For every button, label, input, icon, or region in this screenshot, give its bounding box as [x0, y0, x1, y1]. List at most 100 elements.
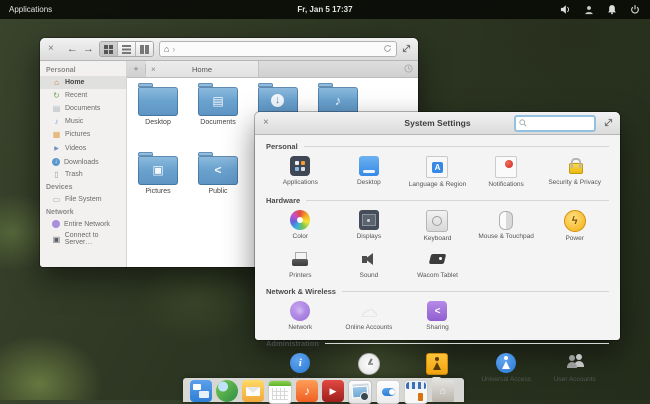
sidebar-item-home[interactable]: Home [40, 76, 126, 89]
tile-printers[interactable]: Printers [266, 245, 335, 282]
home-breadcrumb-icon[interactable]: ⌂ [164, 44, 169, 54]
speaker-icon [359, 249, 379, 269]
user-icon[interactable] [584, 5, 594, 15]
sidebar-item-filesystem[interactable]: File System [40, 193, 126, 206]
search-box[interactable] [514, 115, 596, 132]
language-icon [426, 156, 448, 178]
trash-icon [52, 170, 61, 179]
sidebar-header-network: Network [40, 206, 126, 218]
sidebar-item-downloads[interactable]: Downloads [40, 156, 126, 168]
tab-history-icon[interactable] [404, 64, 413, 75]
clock-icon [358, 353, 380, 375]
parental-control-icon [426, 353, 448, 375]
tile-universal-access[interactable]: Universal Access [472, 349, 541, 388]
dock-photos-icon[interactable] [348, 380, 372, 404]
folder-item-documents[interactable]: Documents [188, 83, 248, 152]
sidebar-item-connect-server[interactable]: Connect to Server… [40, 230, 126, 248]
sidebar-item-trash[interactable]: Trash [40, 168, 126, 181]
tile-mouse-touchpad[interactable]: Mouse & Touchpad [472, 206, 541, 245]
videos-icon [52, 143, 61, 154]
users-icon [565, 353, 585, 373]
dock-files-icon[interactable] [432, 380, 454, 402]
network-globe-icon [52, 220, 60, 228]
sidebar-header-devices: Devices [40, 181, 126, 193]
maximize-icon[interactable] [402, 40, 411, 58]
sidebar-item-videos[interactable]: Videos [40, 141, 126, 156]
mouse-icon [496, 210, 516, 230]
tile-keyboard[interactable]: Keyboard [403, 206, 472, 245]
settings-window: × System Settings Personal Applications … [255, 112, 620, 340]
dock [183, 378, 464, 402]
folder-icon [138, 87, 178, 116]
notifications-icon[interactable] [607, 4, 617, 15]
tile-language-region[interactable]: Language & Region [403, 152, 472, 191]
power-icon[interactable] [630, 4, 640, 15]
color-wheel-icon [290, 210, 310, 230]
tile-online-accounts[interactable]: Online Accounts [335, 297, 404, 334]
column-view-icon[interactable] [135, 42, 153, 56]
tile-sound[interactable]: Sound [335, 245, 404, 282]
pictures-icon [52, 130, 61, 139]
refresh-icon[interactable] [383, 40, 392, 58]
path-bar[interactable]: ⌂ › [159, 41, 397, 57]
sidebar-item-documents[interactable]: Documents [40, 102, 126, 115]
folder-item-pictures[interactable]: Pictures [128, 152, 188, 221]
tile-user-accounts[interactable]: User Accounts [540, 349, 609, 388]
files-sidebar: Personal Home Recent Documents Music Pic… [40, 61, 127, 267]
sidebar-item-entire-network[interactable]: Entire Network [40, 218, 126, 230]
section-hardware: Hardware [266, 196, 609, 205]
tile-displays[interactable]: Displays [335, 206, 404, 245]
tab-home[interactable]: × Home [146, 61, 259, 77]
tile-power[interactable]: Power [540, 206, 609, 245]
dock-web-browser-icon[interactable] [216, 380, 238, 402]
new-tab-button[interactable]: + [127, 64, 146, 74]
tile-wacom-tablet[interactable]: Wacom Tablet [403, 245, 472, 282]
section-personal: Personal [266, 142, 609, 151]
tile-sharing[interactable]: Sharing [403, 297, 472, 334]
folder-icon [198, 156, 238, 185]
close-icon[interactable]: × [40, 38, 62, 60]
tile-applications[interactable]: Applications [266, 152, 335, 191]
dock-calendar-icon[interactable] [268, 380, 292, 404]
panel-indicators [560, 4, 640, 15]
settings-titlebar[interactable]: × System Settings [255, 112, 620, 135]
keyboard-icon [426, 210, 448, 232]
network-globe-icon [290, 301, 310, 321]
sidebar-item-music[interactable]: Music [40, 115, 126, 128]
power-bolt-icon [564, 210, 586, 232]
grid-view-icon[interactable] [100, 42, 117, 56]
files-toolbar: × ← → ⌂ › [40, 38, 418, 61]
maximize-icon[interactable] [596, 114, 620, 132]
dock-videos-icon[interactable] [322, 380, 344, 402]
server-icon [52, 235, 61, 244]
dock-system-settings-icon[interactable] [376, 380, 400, 404]
tile-desktop[interactable]: Desktop [335, 152, 404, 191]
sidebar-item-recent[interactable]: Recent [40, 89, 126, 102]
volume-icon[interactable] [560, 4, 571, 15]
list-view-icon[interactable] [117, 42, 135, 56]
tab-label: Home [146, 65, 258, 74]
folder-icon [198, 87, 238, 116]
folder-item-desktop[interactable]: Desktop [128, 83, 188, 152]
folder-item-public[interactable]: Public [188, 152, 248, 221]
share-icon [427, 301, 447, 321]
dock-appcenter-icon[interactable] [404, 380, 428, 404]
sidebar-item-pictures[interactable]: Pictures [40, 128, 126, 141]
tile-security-privacy[interactable]: Security & Privacy [540, 152, 609, 191]
dock-mail-icon[interactable] [242, 380, 264, 402]
tile-network[interactable]: Network [266, 297, 335, 334]
panel-clock[interactable]: Fr, Jan 5 17:37 [0, 5, 650, 14]
tile-color[interactable]: Color [266, 206, 335, 245]
desktop-icon [359, 156, 379, 176]
downloads-icon [52, 158, 60, 166]
back-arrow-icon[interactable]: ← [67, 43, 78, 55]
folder-icon [138, 156, 178, 185]
dock-multitasking-view-icon[interactable] [190, 380, 212, 402]
applications-icon [290, 156, 310, 176]
accessibility-icon [496, 353, 516, 373]
forward-arrow-icon[interactable]: → [83, 43, 94, 55]
tile-notifications[interactable]: Notifications [472, 152, 541, 191]
lock-icon [565, 156, 585, 176]
dock-music-icon[interactable] [296, 380, 318, 402]
search-input[interactable] [530, 119, 589, 128]
